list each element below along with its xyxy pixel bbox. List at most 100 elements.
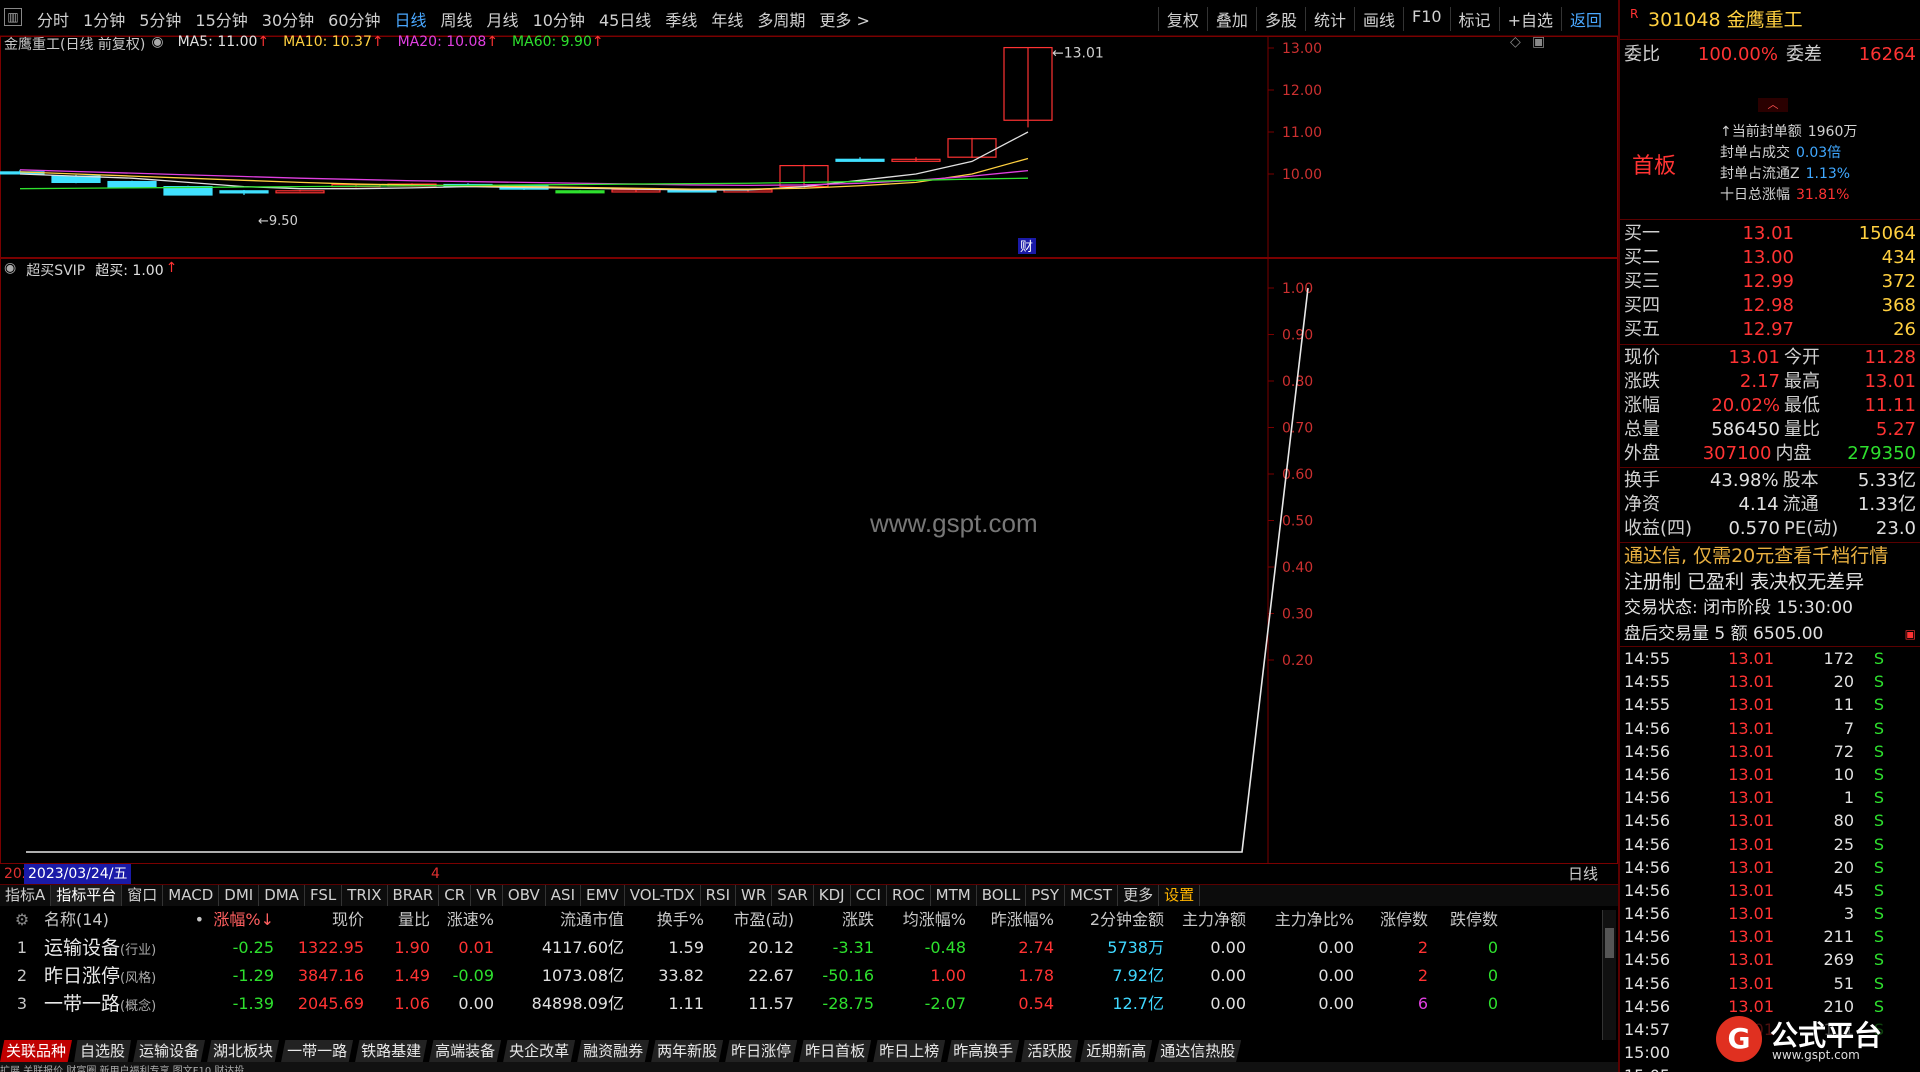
tab-period-8[interactable]: 月线 (480, 7, 526, 31)
indicator-tab-11[interactable]: OBV (503, 885, 546, 906)
indicator-tab-19[interactable]: CCI (851, 885, 887, 906)
bid-row[interactable]: 买三 12.99 372 (1620, 270, 1920, 294)
ad-line-2[interactable]: 注册制 已盈利 表决权无差异 (1620, 569, 1920, 595)
tab-period-1[interactable]: 1分钟 (76, 7, 132, 31)
column-header[interactable]: 现价 (274, 906, 364, 934)
tool-button-4[interactable]: 画线 (1353, 7, 1403, 31)
sector-tab-8[interactable]: 融资融券 (577, 1040, 650, 1062)
column-header[interactable]: 流通市值 (494, 906, 624, 934)
indicator-tab-7[interactable]: TRIX (342, 885, 388, 906)
sector-tab-7[interactable]: 央企改革 (503, 1040, 576, 1062)
sector-tab-15[interactable]: 近期新高 (1080, 1040, 1153, 1062)
sector-tab-4[interactable]: 一带一路 (281, 1040, 354, 1062)
indicator-tab-18[interactable]: KDJ (814, 885, 851, 906)
sector-tab-13[interactable]: 昨高换手 (947, 1040, 1020, 1062)
window-menu-icon[interactable]: ▥ (4, 8, 22, 26)
sector-tab-0[interactable]: 关联品种 (0, 1040, 73, 1062)
sector-name[interactable]: 一带一路(概念) (44, 990, 204, 1018)
ad-line-1[interactable]: 通达信, 仅需20元查看千档行情 (1620, 543, 1920, 569)
column-header[interactable]: 量比 (364, 906, 430, 934)
indicator-tab-15[interactable]: RSI (701, 885, 736, 906)
sector-tab-1[interactable]: 自选股 (74, 1040, 132, 1062)
indicator-tab-1[interactable]: 指标平台 (51, 885, 123, 906)
sector-tab-14[interactable]: 活跃股 (1021, 1040, 1079, 1062)
tool-button-3[interactable]: 统计 (1304, 7, 1354, 31)
tab-period-10[interactable]: 45日线 (592, 7, 658, 31)
indicator-chart[interactable]: 1.00 0.90 0.80 0.70 0.60 0.50 0.40 0.30 0.20 (0, 258, 1618, 864)
indicator-tab-6[interactable]: FSL (305, 885, 343, 906)
indicator-tab-26[interactable]: 设置 (1159, 885, 1201, 906)
indicator-name[interactable]: 超买SVIP (26, 260, 85, 280)
sector-tab-3[interactable]: 湖北板块 (207, 1040, 280, 1062)
tab-period-5[interactable]: 60分钟 (321, 7, 387, 31)
bid-row[interactable]: 买一 13.01 15064 (1620, 222, 1920, 246)
indicator-tab-16[interactable]: WR (736, 885, 773, 906)
column-header[interactable]: 跌停数 (1428, 906, 1498, 934)
column-header[interactable]: 主力净比% (1246, 906, 1354, 934)
sector-tab-5[interactable]: 铁路基建 (355, 1040, 428, 1062)
tool-button-0[interactable]: 复权 (1157, 7, 1207, 31)
indicator-tab-8[interactable]: BRAR (388, 885, 440, 906)
column-header[interactable]: 涨跌 (794, 906, 874, 934)
sector-tab-11[interactable]: 昨日首板 (799, 1040, 872, 1062)
sector-tab-12[interactable]: 昨日上榜 (873, 1040, 946, 1062)
tool-button-1[interactable]: 叠加 (1206, 7, 1256, 31)
indicator-tab-20[interactable]: ROC (887, 885, 931, 906)
indicator-tab-5[interactable]: DMA (259, 885, 305, 906)
sector-scrollbar[interactable] (1602, 910, 1616, 1056)
column-header[interactable]: 换手% (624, 906, 704, 934)
expand-icon[interactable]: ▣ (1905, 621, 1916, 647)
indicator-tab-3[interactable]: MACD (163, 885, 220, 906)
table-row[interactable]: 2 昨日涨停(风格) -1.29 3847.16 1.49 -0.09 1073.08亿 33… (0, 962, 1600, 990)
column-header[interactable]: 均涨幅% (874, 906, 966, 934)
tab-period-12[interactable]: 年线 (704, 7, 750, 31)
indicator-tab-14[interactable]: VOL-TDX (625, 885, 701, 906)
sector-name[interactable]: 运输设备(行业) (44, 934, 204, 962)
column-header[interactable]: 市盈(动) (704, 906, 795, 934)
stock-code-name[interactable]: 301048 金鹰重工 (1648, 9, 1803, 31)
indicator-tab-12[interactable]: ASI (546, 885, 582, 906)
sector-tab-16[interactable]: 通达信热股 (1154, 1040, 1242, 1062)
tab-period-11[interactable]: 季线 (658, 7, 704, 31)
sector-tab-10[interactable]: 昨日涨停 (725, 1040, 798, 1062)
indicator-tab-10[interactable]: VR (471, 885, 503, 906)
bid-row[interactable]: 买四 12.98 368 (1620, 294, 1920, 318)
indicator-settings-icon[interactable]: ◉ (4, 260, 16, 280)
table-row[interactable]: 3 一带一路(概念) -1.39 2045.69 1.06 0.00 84898.09亿 1.… (0, 990, 1600, 1018)
column-header[interactable]: • (174, 906, 204, 934)
sector-tab-6[interactable]: 高端装备 (429, 1040, 502, 1062)
tool-button-6[interactable]: 标记 (1449, 7, 1499, 31)
indicator-tab-17[interactable]: SAR (772, 885, 814, 906)
tab-period-6[interactable]: 日线 (388, 7, 434, 31)
tab-period-3[interactable]: 15分钟 (188, 7, 254, 31)
column-header[interactable]: 主力净额 (1164, 906, 1246, 934)
gear-icon[interactable]: ⚙ (0, 906, 44, 934)
column-header[interactable]: 昨涨幅% (966, 906, 1054, 934)
bid-row[interactable]: 买五 12.97 26 (1620, 318, 1920, 342)
tool-button-2[interactable]: 多股 (1255, 7, 1305, 31)
indicator-tab-22[interactable]: BOLL (977, 885, 1027, 906)
collapse-arrow-icon[interactable]: ︿ (1758, 98, 1788, 112)
sector-name[interactable]: 昨日涨停(风格) (44, 962, 204, 990)
indicator-tab-25[interactable]: 更多 (1118, 885, 1160, 906)
tab-period-2[interactable]: 5分钟 (132, 7, 188, 31)
tab-period-13[interactable]: 多周期 (750, 7, 812, 31)
column-header[interactable]: 涨幅%↓ (204, 906, 274, 934)
indicator-tab-24[interactable]: MCST (1065, 885, 1119, 906)
bid-row[interactable]: 买二 13.00 434 (1620, 246, 1920, 270)
tool-button-7[interactable]: +自选 (1498, 7, 1561, 31)
scrollbar-thumb[interactable] (1605, 928, 1614, 958)
indicator-tab-21[interactable]: MTM (931, 885, 977, 906)
tab-period-9[interactable]: 10分钟 (526, 7, 592, 31)
column-header[interactable]: 名称(14) (44, 906, 174, 934)
tab-period-14[interactable]: 更多 > (812, 7, 877, 31)
tool-button-8[interactable]: 返回 (1560, 7, 1610, 31)
tool-button-5[interactable]: F10 (1402, 7, 1450, 31)
column-header[interactable]: 涨停数 (1354, 906, 1428, 934)
sector-tab-2[interactable]: 运输设备 (133, 1040, 206, 1062)
table-row[interactable]: 1 运输设备(行业) -0.25 1322.95 1.90 0.01 4117.60亿 1.5… (0, 934, 1600, 962)
tab-period-4[interactable]: 30分钟 (255, 7, 321, 31)
indicator-tab-4[interactable]: DMI (219, 885, 260, 906)
column-header[interactable]: 涨速% (430, 906, 494, 934)
chart-settings-icon[interactable]: ◉ (151, 34, 163, 54)
